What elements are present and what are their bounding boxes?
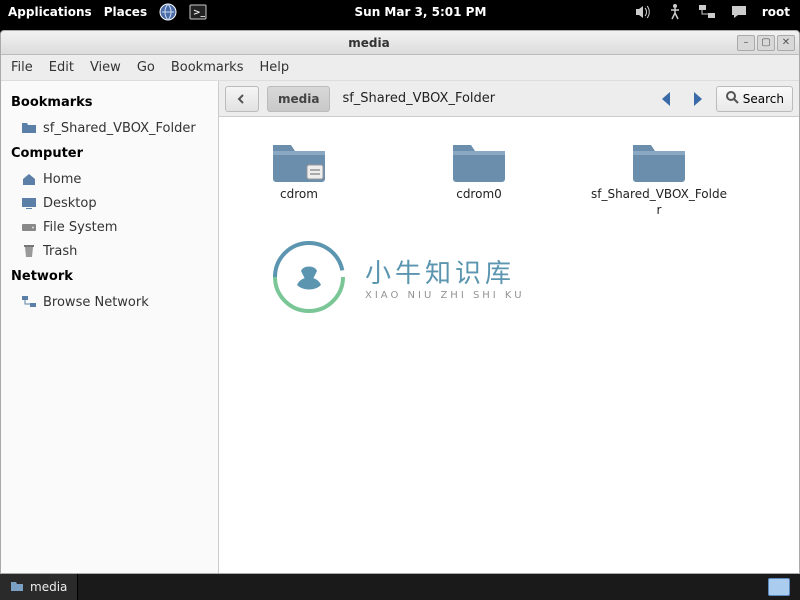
sidebar-item-filesystem[interactable]: File System: [11, 215, 208, 239]
svg-text:>_: >_: [193, 8, 206, 18]
volume-icon[interactable]: [634, 3, 652, 21]
sidebar-item-trash[interactable]: Trash: [11, 239, 208, 263]
folder-icon: [10, 579, 24, 596]
folder-cdrom[interactable]: cdrom: [229, 137, 369, 218]
breadcrumb-media[interactable]: media: [267, 86, 330, 112]
search-button[interactable]: Search: [716, 86, 793, 112]
sidebar-section-bookmarks: Bookmarks: [11, 95, 208, 110]
panel-clock[interactable]: Sun Mar 3, 5:01 PM: [207, 5, 634, 19]
close-button[interactable]: ✕: [777, 35, 795, 51]
bottom-taskbar: media: [0, 574, 800, 600]
path-toggle-button[interactable]: [225, 86, 259, 112]
network-icon[interactable]: [698, 3, 716, 21]
sidebar: Bookmarks sf_Shared_VBOX_Folder Computer…: [1, 81, 219, 573]
browser-launcher-icon[interactable]: [159, 3, 177, 21]
watermark-logo-icon: [269, 237, 349, 317]
minimize-button[interactable]: –: [737, 35, 755, 51]
main-pane: media sf_Shared_VBOX_Folder Search: [219, 81, 799, 573]
search-label: Search: [743, 92, 784, 106]
folder-icon: [271, 137, 327, 183]
folder-icon: [451, 137, 507, 183]
chat-icon[interactable]: [730, 3, 748, 21]
folder-label: cdrom0: [456, 187, 502, 203]
sidebar-item-label: Home: [43, 172, 81, 187]
menu-go[interactable]: Go: [137, 60, 155, 75]
menu-file[interactable]: File: [11, 60, 33, 75]
icon-view[interactable]: cdrom cdrom0 sf_Shared_VBOX_Folder: [219, 117, 799, 573]
folder-label: sf_Shared_VBOX_Folder: [589, 187, 729, 218]
search-icon: [725, 90, 739, 107]
sidebar-item-home[interactable]: Home: [11, 167, 208, 191]
sidebar-section-network: Network: [11, 269, 208, 284]
sidebar-item-label: File System: [43, 220, 117, 235]
folder-icon: [21, 120, 37, 136]
folder-shared-vbox[interactable]: sf_Shared_VBOX_Folder: [589, 137, 729, 218]
sidebar-item-label: Trash: [43, 244, 77, 259]
tray-window-icon[interactable]: [768, 578, 790, 596]
file-manager-window: media – ▢ ✕ File Edit View Go Bookmarks …: [0, 30, 800, 574]
menu-view[interactable]: View: [90, 60, 121, 75]
folder-label: cdrom: [280, 187, 318, 203]
window-title: media: [1, 36, 737, 50]
menu-edit[interactable]: Edit: [49, 60, 74, 75]
taskbar-item-media[interactable]: media: [0, 574, 78, 600]
taskbar-item-label: media: [30, 580, 67, 594]
sidebar-item-shared-folder[interactable]: sf_Shared_VBOX_Folder: [11, 116, 208, 140]
watermark-title: 小牛知识库: [365, 253, 525, 290]
sidebar-item-browse-network[interactable]: Browse Network: [11, 290, 208, 314]
watermark: 小牛知识库 XIAO NIU ZHI SHI KU: [269, 237, 525, 317]
folder-cdrom0[interactable]: cdrom0: [409, 137, 549, 218]
watermark-subtitle: XIAO NIU ZHI SHI KU: [365, 290, 525, 301]
forward-button[interactable]: [686, 88, 708, 110]
terminal-launcher-icon[interactable]: >_: [189, 3, 207, 21]
sidebar-section-computer: Computer: [11, 146, 208, 161]
user-menu[interactable]: root: [762, 5, 790, 19]
breadcrumb-next[interactable]: sf_Shared_VBOX_Folder: [342, 91, 495, 106]
maximize-button[interactable]: ▢: [757, 35, 775, 51]
back-button[interactable]: [656, 88, 678, 110]
desktop-icon: [21, 195, 37, 211]
accessibility-icon[interactable]: [666, 3, 684, 21]
folder-icon: [631, 137, 687, 183]
places-menu[interactable]: Places: [104, 5, 147, 19]
titlebar[interactable]: media – ▢ ✕: [1, 31, 799, 55]
sidebar-item-label: Browse Network: [43, 295, 149, 310]
gnome-top-panel: Applications Places >_ Sun Mar 3, 5:01 P…: [0, 0, 800, 24]
system-tray: [768, 578, 800, 596]
location-toolbar: media sf_Shared_VBOX_Folder Search: [219, 81, 799, 117]
home-icon: [21, 171, 37, 187]
sidebar-item-label: sf_Shared_VBOX_Folder: [43, 121, 196, 136]
drive-icon: [21, 219, 37, 235]
menu-help[interactable]: Help: [259, 60, 289, 75]
sidebar-item-desktop[interactable]: Desktop: [11, 191, 208, 215]
applications-menu[interactable]: Applications: [8, 5, 92, 19]
network-browse-icon: [21, 294, 37, 310]
menu-bookmarks[interactable]: Bookmarks: [171, 60, 244, 75]
sidebar-item-label: Desktop: [43, 196, 97, 211]
trash-icon: [21, 243, 37, 259]
menubar: File Edit View Go Bookmarks Help: [1, 55, 799, 81]
